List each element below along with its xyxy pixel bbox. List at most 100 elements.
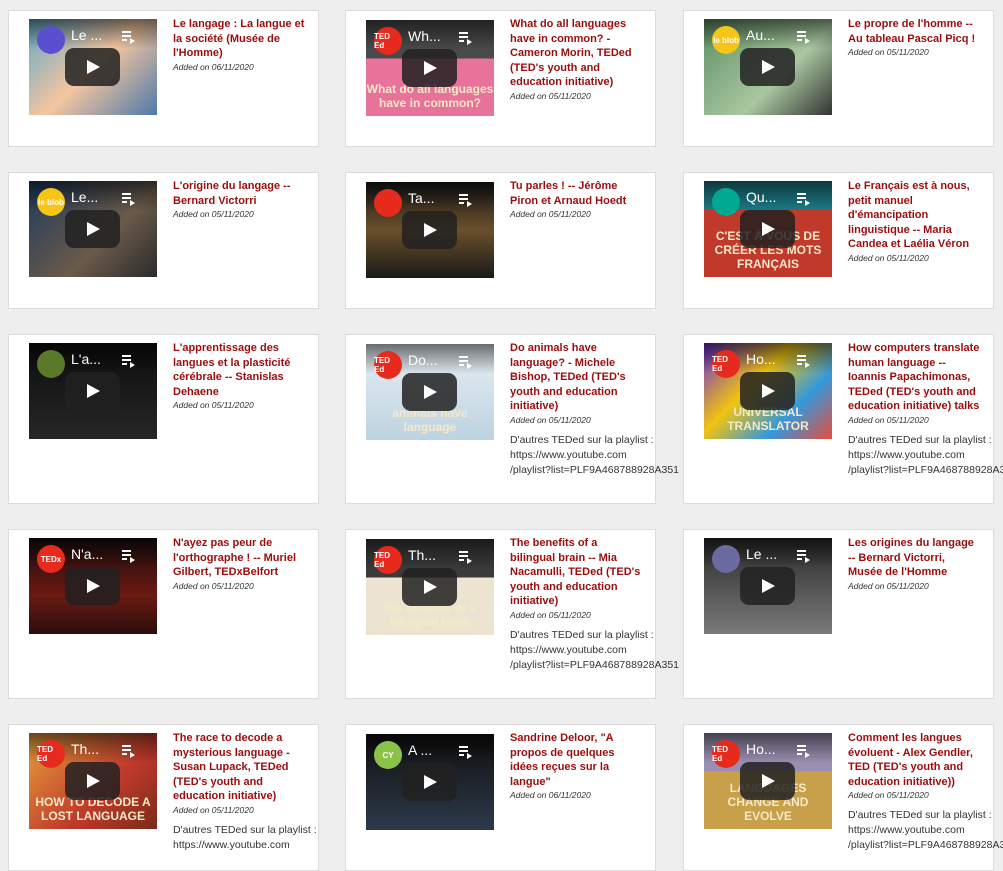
play-button-icon[interactable] [402,763,457,801]
video-thumbnail[interactable]: HOW TO DECODE A LOST LANGUAGE TED Ed Th... [29,733,157,829]
video-title-text[interactable]: Le propre de l'homme -- Au tableau Pasca… [848,18,975,45]
video-title-text[interactable]: Le Français est à nous, petit manuel d'é… [848,180,970,250]
playlist-icon[interactable] [459,31,473,45]
thumbnail-video-title[interactable]: Le ... [71,27,113,43]
playlist-icon[interactable] [122,354,136,368]
video-title[interactable]: L'apprentissage des langues et la plasti… [173,341,305,411]
thumbnail-video-title[interactable]: Ta... [408,190,450,206]
play-button-icon[interactable] [65,372,120,410]
thumbnail-video-title[interactable]: Ho... [746,741,788,757]
video-thumbnail[interactable]: le blob Au... [704,19,832,115]
channel-avatar[interactable] [37,350,65,378]
playlist-icon[interactable] [122,30,136,44]
thumbnail-video-title[interactable]: Do... [408,352,450,368]
channel-avatar[interactable]: TED Ed [712,740,740,768]
video-thumbnail[interactable]: Ta... [366,182,494,278]
playlist-icon[interactable] [797,744,811,758]
thumbnail-video-title[interactable]: L'a... [71,351,113,367]
thumbnail-video-title[interactable]: Ho... [746,351,788,367]
video-title-text[interactable]: How computers translate human language -… [848,342,979,412]
playlist-icon[interactable] [459,550,473,564]
channel-avatar[interactable]: le blob [37,188,65,216]
video-title[interactable]: Comment les langues évoluent - Alex Gend… [848,731,980,801]
channel-avatar[interactable]: TED Ed [37,740,65,768]
channel-avatar[interactable]: TED Ed [712,350,740,378]
video-thumbnail[interactable]: C'EST À VOUS DE CRÉER LES MOTS FRANÇAISQ… [704,181,832,277]
video-title-text[interactable]: L'origine du langage -- Bernard Victorri [173,180,291,207]
video-thumbnail[interactable]: L'a... [29,343,157,439]
play-button-icon[interactable] [402,568,457,606]
playlist-icon[interactable] [797,549,811,563]
video-title[interactable]: What do all languages have in common? - … [510,17,642,102]
thumbnail-video-title[interactable]: Le... [71,189,113,205]
play-button-icon[interactable] [65,567,120,605]
playlist-icon[interactable] [797,30,811,44]
thumbnail-video-title[interactable]: A ... [408,742,450,758]
channel-avatar[interactable]: le blob [712,26,740,54]
channel-avatar[interactable] [712,545,740,573]
video-thumbnail[interactable]: LANGUAGES CHANGE AND EVOLVETED EdHo... [704,733,832,829]
channel-avatar[interactable]: TED Ed [374,351,402,379]
playlist-icon[interactable] [459,355,473,369]
thumbnail-video-title[interactable]: Au... [746,27,788,43]
play-button-icon[interactable] [740,48,795,86]
playlist-icon[interactable] [797,354,811,368]
play-button-icon[interactable] [65,210,120,248]
video-thumbnail[interactable]: CY A ... [366,734,494,830]
channel-avatar[interactable] [374,189,402,217]
channel-avatar[interactable]: CY [374,741,402,769]
play-button-icon[interactable] [65,762,120,800]
play-button-icon[interactable] [402,211,457,249]
video-title[interactable]: Le langage : La langue et la société (Mu… [173,17,305,73]
playlist-icon[interactable] [122,549,136,563]
video-thumbnail[interactable]: le blob Le... [29,181,157,277]
video-title-text[interactable]: N'ayez pas peur de l'orthographe ! -- Mu… [173,537,296,578]
play-button-icon[interactable] [402,49,457,87]
video-title[interactable]: Tu parles ! -- Jérôme Piron et Arnaud Ho… [510,179,642,220]
playlist-icon[interactable] [122,192,136,206]
channel-avatar[interactable]: TED Ed [374,27,402,55]
video-thumbnail[interactable]: What do all languages have in common? TED… [366,20,494,116]
video-thumbnail[interactable]: animals have language TED Ed Do... [366,344,494,440]
video-thumbnail[interactable]: Le ... [704,538,832,634]
video-title[interactable]: N'ayez pas peur de l'orthographe ! -- Mu… [173,536,305,592]
thumbnail-video-title[interactable]: Th... [408,547,450,563]
play-button-icon[interactable] [740,567,795,605]
video-thumbnail[interactable]: Le ... [29,19,157,115]
video-title[interactable]: Le Français est à nous, petit manuel d'é… [848,179,980,264]
thumbnail-video-title[interactable]: Wh... [408,28,450,44]
video-title[interactable]: Le propre de l'homme -- Au tableau Pasca… [848,17,980,58]
channel-avatar[interactable] [712,188,740,216]
video-title-text[interactable]: L'apprentissage des langues et la plasti… [173,342,290,398]
video-title-text[interactable]: Do animals have language? - Michele Bish… [510,342,626,412]
video-title[interactable]: The benefits of a bilingual brain -- Mia… [510,536,642,621]
thumbnail-video-title[interactable]: Le ... [746,546,788,562]
play-button-icon[interactable] [740,210,795,248]
video-title[interactable]: How computers translate human language -… [848,341,980,426]
play-button-icon[interactable] [740,762,795,800]
thumbnail-video-title[interactable]: Th... [71,741,113,757]
thumbnail-video-title[interactable]: N'a... [71,546,113,562]
video-title-text[interactable]: Sandrine Deloor, "A propos de quelques i… [510,732,615,788]
video-thumbnail[interactable]: the benefits of a bilingual brain TED Ed T… [366,539,494,635]
video-title[interactable]: Sandrine Deloor, "A propos de quelques i… [510,731,642,801]
play-button-icon[interactable] [740,372,795,410]
video-title-text[interactable]: What do all languages have in common? - … [510,18,632,88]
video-title[interactable]: Les origines du langage -- Bernard Victo… [848,536,980,592]
channel-avatar[interactable] [37,26,65,54]
video-thumbnail[interactable]: TEDx N'a... [29,538,157,634]
video-title-text[interactable]: The benefits of a bilingual brain -- Mia… [510,537,640,607]
video-title[interactable]: The race to decode a mysterious language… [173,731,305,816]
video-title[interactable]: Do animals have language? - Michele Bish… [510,341,642,426]
video-title-text[interactable]: The race to decode a mysterious language… [173,732,290,802]
video-title[interactable]: L'origine du langage -- Bernard Victorri… [173,179,305,220]
video-title-text[interactable]: Le langage : La langue et la société (Mu… [173,18,304,59]
playlist-icon[interactable] [797,192,811,206]
play-button-icon[interactable] [65,48,120,86]
thumbnail-video-title[interactable]: Qu... [746,189,788,205]
playlist-icon[interactable] [459,193,473,207]
video-title-text[interactable]: Tu parles ! -- Jérôme Piron et Arnaud Ho… [510,180,626,207]
playlist-icon[interactable] [122,744,136,758]
play-button-icon[interactable] [402,373,457,411]
playlist-icon[interactable] [459,745,473,759]
